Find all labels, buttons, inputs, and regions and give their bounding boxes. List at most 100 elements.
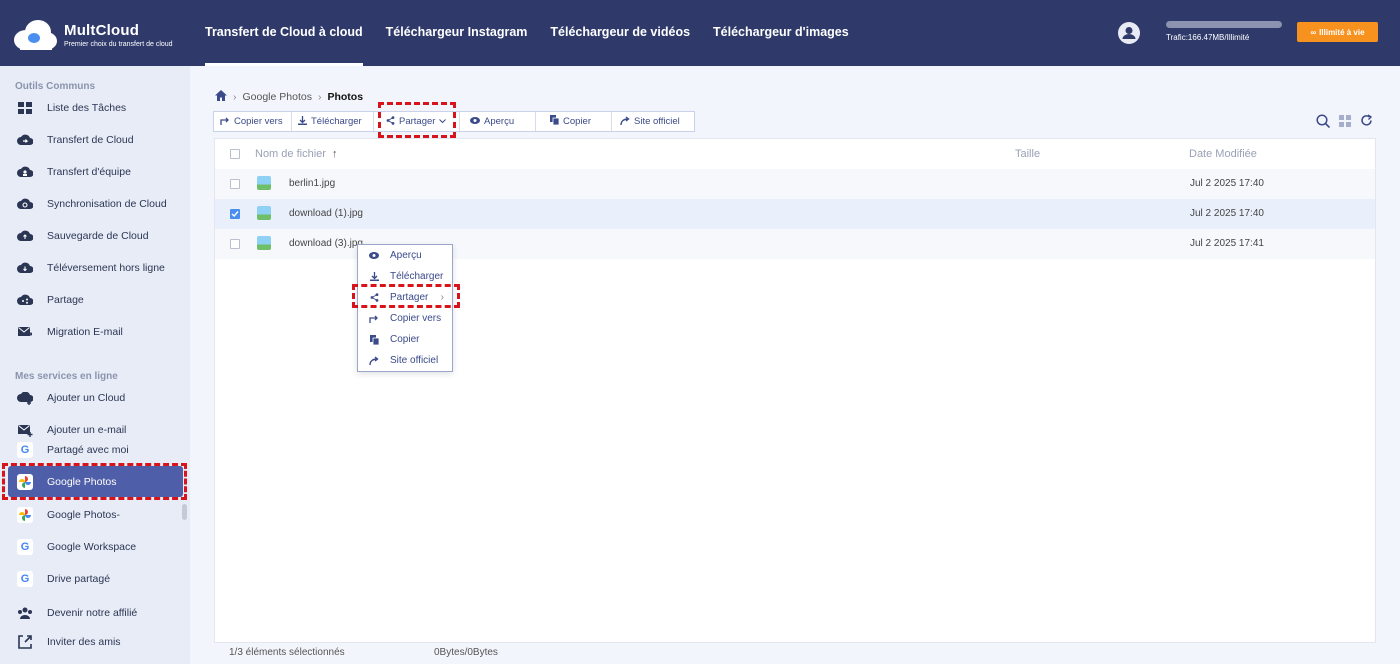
download-label: Télécharger [311,116,362,127]
affiliate-icon [17,605,33,621]
grid-view-icon[interactable] [1339,114,1351,133]
sidebar-item-invite-friends[interactable]: Inviter des amis [0,628,190,656]
row-checkbox[interactable] [230,209,240,219]
sidebar-scrollbar[interactable] [182,504,187,520]
sidebar-item-label: Liste des Tâches [47,102,127,114]
google-icon: G [17,539,33,555]
sidebar-item-affiliate[interactable]: Devenir notre affilié [0,599,190,627]
context-menu-label: Copier vers [390,313,442,324]
image-file-icon [257,206,271,220]
nav-video-downloader[interactable]: Téléchargeur de vidéos [550,0,690,66]
sidebar-item-google-photos-2[interactable]: Google Photos- [0,501,190,529]
table-row[interactable]: download (1).jpg Jul 2 2025 17:40 [215,199,1375,229]
context-menu-copy[interactable]: Copier [358,329,452,350]
download-icon [368,272,380,281]
breadcrumb-current: Photos [327,91,364,103]
sidebar-item-add-cloud[interactable]: Ajouter un Cloud [0,384,190,412]
sidebar-item-cloud-backup[interactable]: Sauvegarde de Cloud [0,222,190,250]
sidebar-item-label: Google Photos- [47,509,120,521]
context-menu-label: Aperçu [390,250,422,261]
top-header: MultCloud Premier choix du transfert de … [0,0,1400,66]
file-modified: Jul 2 2025 17:40 [1190,178,1264,189]
home-icon[interactable] [215,90,227,104]
preview-button[interactable]: Aperçu [460,112,536,131]
file-table: Nom de fichier ↑ Taille Date Modifiée be… [214,138,1376,643]
google-icon: G [17,571,33,587]
external-link-icon [620,115,630,128]
context-menu-label: Site officiel [390,355,439,366]
sidebar-item-cloud-sync[interactable]: Synchronisation de Cloud [0,190,190,218]
copy-label: Copier [563,116,591,127]
cloud-backup-icon [17,228,33,244]
copy-to-icon [220,116,230,128]
context-menu-label: Copier [390,334,420,345]
sidebar-item-label: Transfert de Cloud [47,134,134,146]
column-header-size[interactable]: Taille [1015,148,1040,160]
select-all-checkbox[interactable] [230,149,240,159]
refresh-icon[interactable] [1360,114,1373,133]
highlight-context-share [352,284,460,308]
context-menu: Aperçu Télécharger Partager › Copier ver… [357,244,453,372]
sort-ascending-icon: ↑ [331,148,338,160]
sidebar: Outils Communs Liste des Tâches Transfer… [0,66,190,664]
nav-instagram-downloader[interactable]: Téléchargeur Instagram [386,0,528,66]
column-name-label: Nom de fichier [255,148,326,160]
file-modified: Jul 2 2025 17:40 [1190,208,1264,219]
context-menu-official-site[interactable]: Site officiel [358,350,452,371]
sidebar-item-email-migration[interactable]: Migration E-mail [0,318,190,346]
nav-cloud-transfer[interactable]: Transfert de Cloud à cloud [205,0,363,66]
breadcrumb-root[interactable]: Google Photos [243,91,312,103]
sidebar-item-offline-upload[interactable]: Téléversement hors ligne [0,254,190,282]
sidebar-item-label: Ajouter un e-mail [47,424,127,436]
context-menu-preview[interactable]: Aperçu [358,245,452,266]
column-header-name[interactable]: Nom de fichier ↑ [255,148,337,160]
sidebar-item-label: Téléversement hors ligne [47,262,165,274]
sidebar-item-label: Partagé avec moi [47,444,129,456]
user-avatar-icon[interactable] [1118,22,1140,44]
sidebar-item-label: Google Workspace [47,541,137,553]
download-button[interactable]: Télécharger [292,112,374,131]
official-site-label: Site officiel [634,116,680,127]
sidebar-item-label: Ajouter un Cloud [47,392,126,404]
copy-icon [368,334,380,345]
add-cloud-icon [17,390,33,406]
copy-icon [550,115,560,128]
sidebar-item-cloud-transfer[interactable]: Transfert de Cloud [0,126,190,154]
sidebar-item-share[interactable]: Partage [0,286,190,314]
table-header: Nom de fichier ↑ Taille Date Modifiée [215,139,1375,169]
copy-button[interactable]: Copier [536,112,612,131]
unlimited-button[interactable]: ∞ Illimité à vie [1297,22,1378,42]
search-icon[interactable] [1316,114,1331,133]
sidebar-item-team-transfer[interactable]: Transfert d'équipe [0,158,190,186]
google-icon: G [17,442,33,458]
sidebar-item-shared-with-me[interactable]: G Partagé avec moi [0,437,190,463]
section-online-services: Mes services en ligne [15,371,118,382]
file-name[interactable]: download (1).jpg [289,208,363,219]
file-name[interactable]: download (3).jpg [289,238,363,249]
sidebar-item-task-list[interactable]: Liste des Tâches [0,94,190,122]
section-common-tools: Outils Communs [15,81,96,92]
copy-to-button[interactable]: Copier vers [214,112,292,131]
logo[interactable]: MultCloud Premier choix du transfert de … [12,18,173,52]
sidebar-item-google-workspace[interactable]: G Google Workspace [0,533,190,561]
official-site-button[interactable]: Site officiel [612,112,686,131]
nav-image-downloader[interactable]: Téléchargeur d'images [713,0,849,66]
table-row[interactable]: berlin1.jpg Jul 2 2025 17:40 [215,169,1375,199]
cloud-sync-icon [17,196,33,212]
infinity-icon: ∞ [1310,27,1317,37]
offline-upload-icon [17,260,33,276]
breadcrumb: › Google Photos › Photos [215,90,363,104]
sidebar-item-label: Partage [47,294,84,306]
file-name[interactable]: berlin1.jpg [289,178,335,189]
view-controls [1316,114,1373,133]
row-checkbox[interactable] [230,239,240,249]
traffic-progress-bar [1166,21,1282,28]
breadcrumb-separator: › [233,91,237,103]
google-photos-icon [17,507,33,523]
highlight-google-photos [2,463,187,500]
row-checkbox[interactable] [230,179,240,189]
sidebar-item-label: Transfert d'équipe [47,166,131,178]
column-header-modified[interactable]: Date Modifiée [1189,148,1257,160]
context-menu-copy-to[interactable]: Copier vers [358,308,452,329]
sidebar-item-shared-drive[interactable]: G Drive partagé [0,565,190,593]
